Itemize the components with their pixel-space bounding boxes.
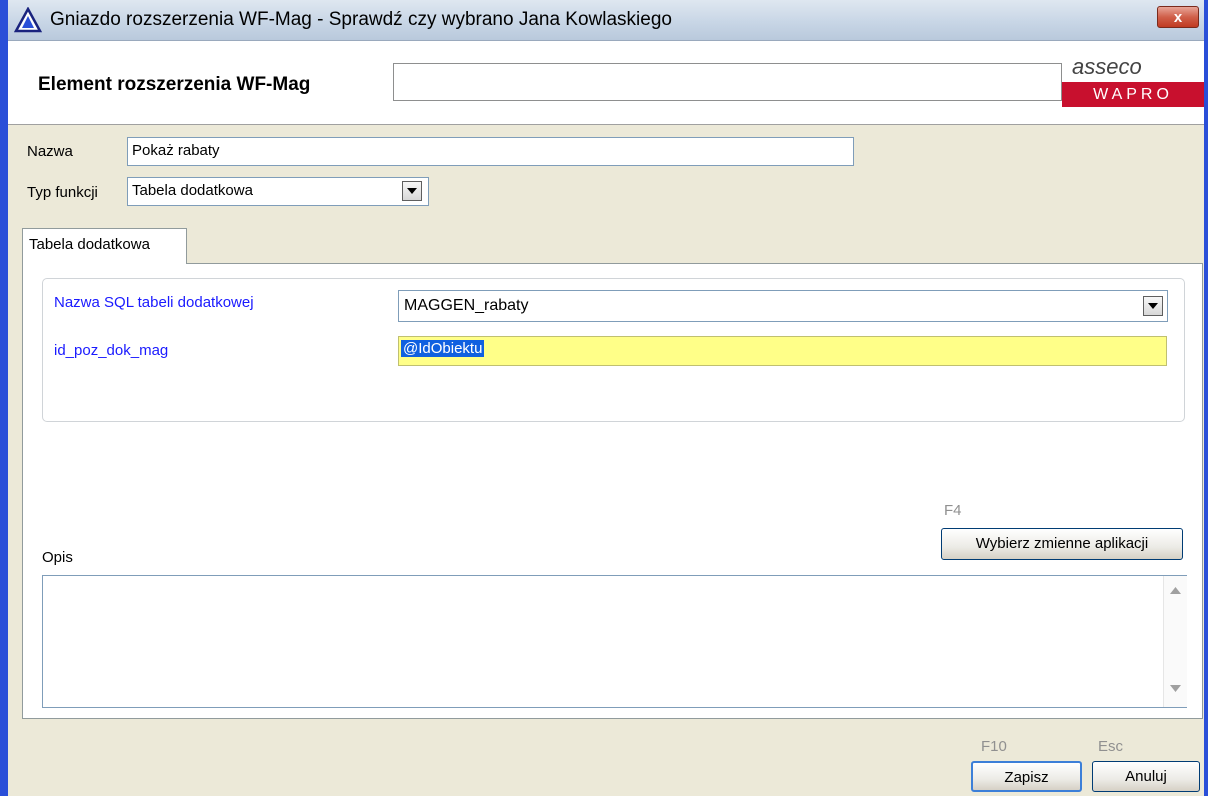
chevron-down-icon — [1148, 303, 1158, 309]
chevron-down-icon — [407, 188, 417, 194]
logo-brand-text: asseco — [1072, 57, 1142, 79]
scroll-down-arrow-icon[interactable] — [1170, 685, 1181, 692]
typ-funkcji-value: Tabela dodatkowa — [132, 182, 253, 199]
select-app-variables-button[interactable]: Wybierz zmienne aplikacji — [941, 528, 1183, 560]
wapro-logo: WAPRO — [1062, 82, 1204, 107]
cancel-button[interactable]: Anuluj — [1092, 761, 1200, 792]
save-button[interactable]: Zapisz — [971, 761, 1082, 792]
window-frame-left — [0, 0, 8, 796]
sql-table-dropdown-button[interactable] — [1143, 296, 1163, 316]
window-frame-right — [1204, 0, 1208, 796]
sql-table-label: Nazwa SQL tabeli dodatkowej — [54, 294, 254, 311]
esc-hotkey-label: Esc — [1098, 738, 1124, 755]
window-title: Gniazdo rozszerzenia WF-Mag - Sprawdź cz… — [50, 9, 672, 30]
warning-triangle-icon — [13, 6, 43, 33]
asseco-logo: asseco — [1072, 54, 1204, 79]
id-poz-dok-mag-input[interactable]: @IdObiektu — [398, 336, 1167, 366]
sql-table-select[interactable]: MAGGEN_rabaty — [398, 290, 1168, 322]
element-label: Element rozszerzenia WF-Mag — [38, 74, 311, 95]
tab-tabela-dodatkowa[interactable]: Tabela dodatkowa — [22, 228, 187, 264]
opis-textarea[interactable] — [42, 575, 1187, 708]
nazwa-label: Nazwa — [27, 143, 73, 160]
element-field[interactable] — [393, 63, 1062, 101]
typ-funkcji-dropdown-button[interactable] — [402, 181, 422, 201]
f10-hotkey-label: F10 — [981, 738, 1007, 755]
typ-funkcji-select[interactable]: Tabela dodatkowa — [127, 177, 429, 206]
close-button[interactable]: x — [1157, 6, 1199, 28]
id-poz-dok-mag-value: @IdObiektu — [401, 340, 485, 357]
scroll-up-arrow-icon[interactable] — [1170, 587, 1181, 594]
f4-hotkey-label: F4 — [944, 502, 962, 519]
id-poz-dok-mag-label: id_poz_dok_mag — [54, 342, 169, 359]
opis-scrollbar[interactable] — [1163, 576, 1187, 707]
typ-funkcji-label: Typ funkcji — [27, 184, 98, 201]
close-icon: x — [1173, 9, 1183, 26]
sql-table-value: MAGGEN_rabaty — [404, 297, 529, 314]
nazwa-input[interactable]: Pokaż rabaty — [127, 137, 854, 166]
opis-label: Opis — [42, 549, 73, 566]
